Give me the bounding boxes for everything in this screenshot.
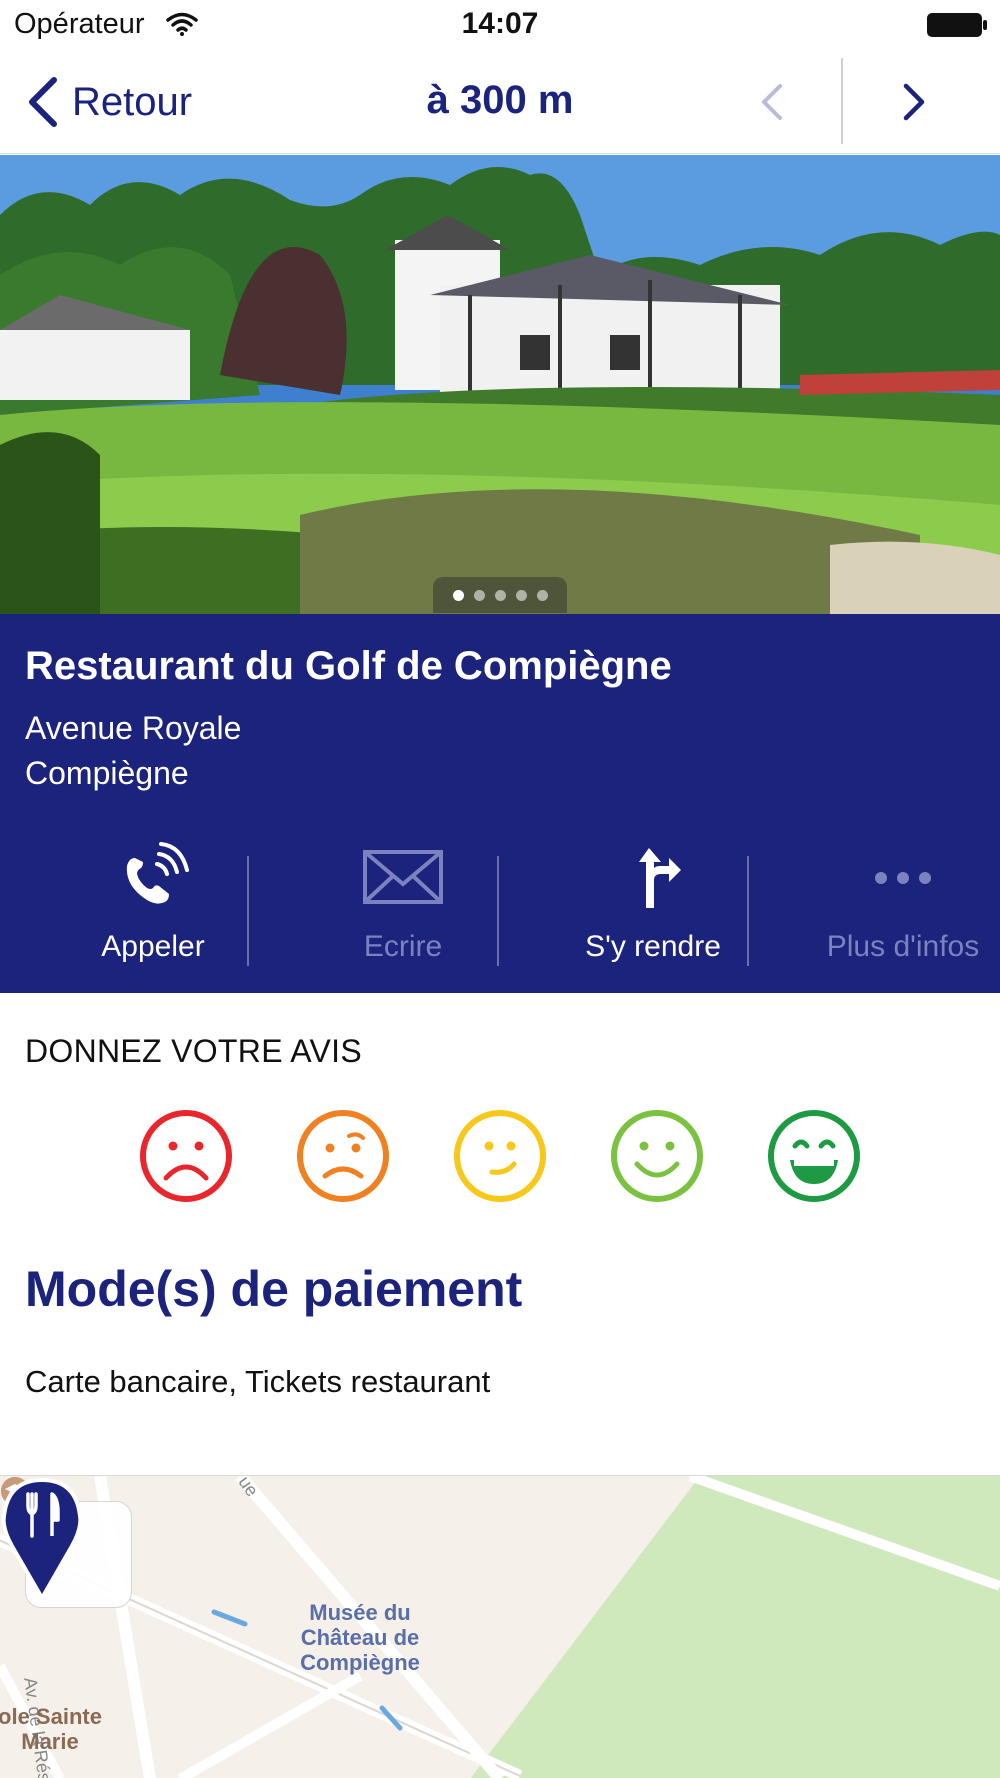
call-label: Appeler xyxy=(101,930,205,963)
sad-face-icon[interactable] xyxy=(295,1108,391,1204)
battery-icon xyxy=(927,13,987,37)
page-title: à 300 m xyxy=(426,78,574,122)
next-place-button[interactable] xyxy=(894,80,934,124)
call-button[interactable]: Appeler xyxy=(28,834,278,993)
directions-button[interactable]: S'y rendre xyxy=(528,834,778,993)
action-divider xyxy=(747,856,749,966)
clock: 14:07 xyxy=(461,7,539,40)
write-label: Ecrire xyxy=(363,930,443,963)
status-bar: Opérateur 14:07 xyxy=(0,0,1000,50)
photo-image xyxy=(0,155,1000,614)
address-city: Compiègne xyxy=(25,755,189,791)
more-info-label: Plus d'infos xyxy=(826,930,980,963)
action-divider xyxy=(497,856,499,966)
place-info-panel: Restaurant du Golf de Compiègne Avenue R… xyxy=(0,614,1000,993)
page-dot[interactable] xyxy=(452,589,464,601)
payment-title: Mode(s) de paiement xyxy=(25,1261,523,1317)
more-icon xyxy=(875,872,931,884)
action-divider xyxy=(247,856,249,966)
place-photo[interactable] xyxy=(0,155,1000,614)
mail-icon xyxy=(363,850,443,904)
place-name: Restaurant du Golf de Compiègne xyxy=(25,644,672,688)
museum-label: Musée du Château de Compiègne xyxy=(300,1600,420,1675)
neutral-face-icon[interactable] xyxy=(452,1108,548,1204)
gallery-page-indicator xyxy=(433,577,567,613)
page-dot[interactable] xyxy=(473,589,485,601)
laugh-face-icon[interactable] xyxy=(766,1108,862,1204)
rating-title: DONNEZ VOTRE AVIS xyxy=(25,1033,363,1069)
smile-face-icon[interactable] xyxy=(609,1108,705,1204)
location-map[interactable]: ue Av. de la Résistance Musée du Château… xyxy=(0,1475,1000,1778)
address-street: Avenue Royale xyxy=(25,710,242,746)
phone-icon xyxy=(126,842,189,904)
page-dot[interactable] xyxy=(515,589,527,601)
map-background xyxy=(0,1476,1000,1778)
directions-label: S'y rendre xyxy=(585,930,721,963)
directions-icon xyxy=(639,848,681,908)
action-bar: Appeler Ecrire S'y rendre Plus d'infos xyxy=(0,834,1000,993)
more-info-button[interactable]: Plus d'infos xyxy=(778,834,1000,993)
school-label: ole Sainte Marie xyxy=(0,1704,102,1754)
rating-options xyxy=(0,1108,1000,1204)
navigation-bar: Retour à 300 m xyxy=(0,50,1000,154)
page-dot[interactable] xyxy=(494,589,506,601)
very-sad-face-icon[interactable] xyxy=(138,1108,234,1204)
restaurant-pin-icon[interactable] xyxy=(0,1476,84,1602)
previous-place-button[interactable] xyxy=(752,80,792,124)
nav-divider xyxy=(841,58,843,144)
payment-methods: Carte bancaire, Tickets restaurant xyxy=(25,1364,491,1399)
page-dot[interactable] xyxy=(536,589,548,601)
write-button[interactable]: Ecrire xyxy=(278,834,528,993)
